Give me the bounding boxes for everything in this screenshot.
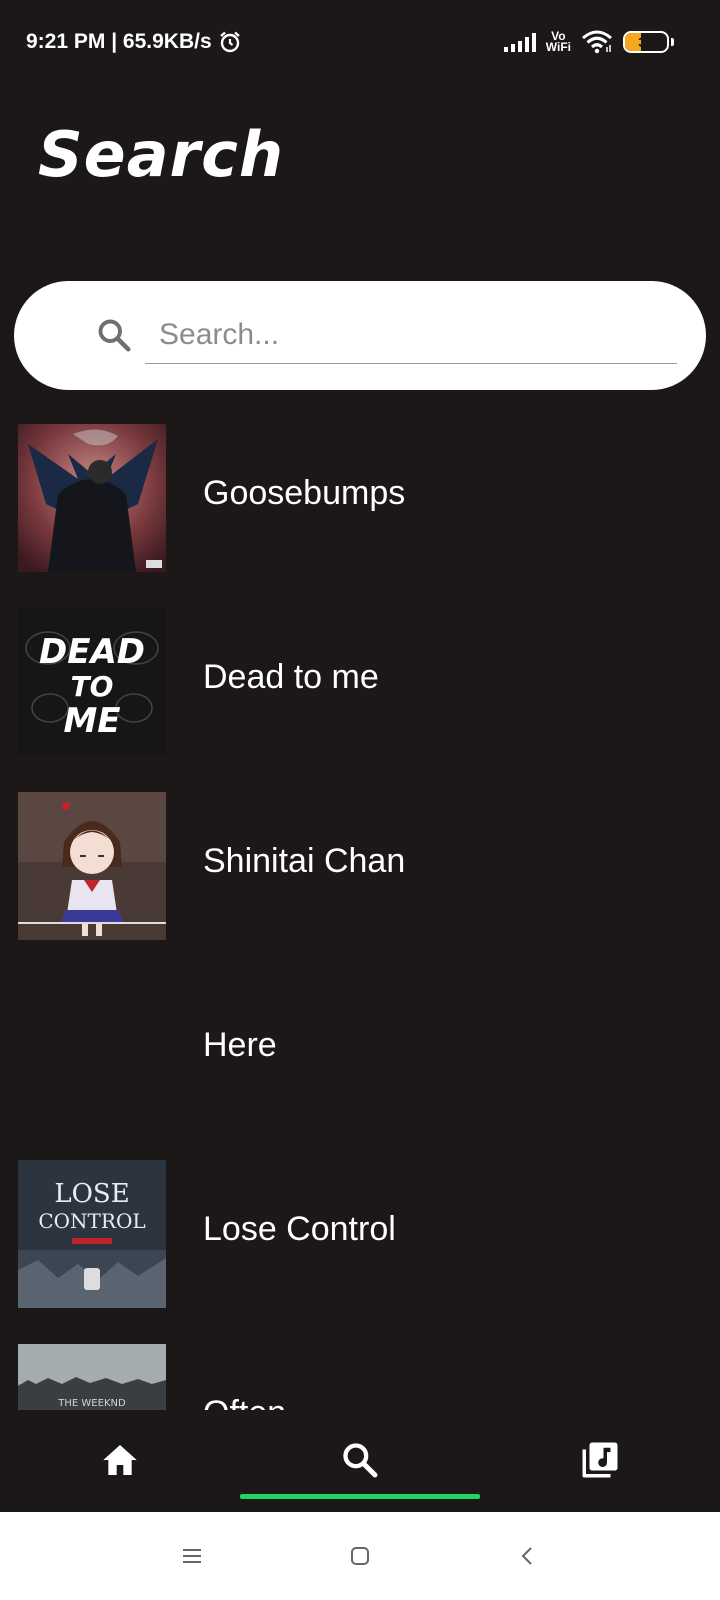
wifi-icon xyxy=(582,30,612,54)
dead-to-me-line2: TO xyxy=(71,670,114,703)
song-item-dead-to-me[interactable]: DEAD TO ME Dead to me xyxy=(0,608,720,792)
song-title: Goosebumps xyxy=(203,474,406,512)
album-cover-goosebumps xyxy=(18,424,166,572)
active-tab-indicator xyxy=(240,1494,480,1499)
song-title: Often xyxy=(203,1394,286,1410)
song-title: Here xyxy=(203,1026,277,1064)
menu-icon xyxy=(183,1549,201,1563)
home-square-icon xyxy=(351,1547,369,1565)
status-right: Vo WiFi 39 xyxy=(503,30,674,54)
vowifi-indicator: Vo WiFi xyxy=(545,30,571,54)
album-cover-lose-control: LOSE CONTROL xyxy=(18,1160,166,1308)
search-icon xyxy=(343,1443,378,1478)
song-title: Dead to me xyxy=(203,658,379,696)
song-item-lose-control[interactable]: LOSE CONTROL Lose Control xyxy=(0,1160,720,1344)
status-bar: 9:21 PM | 65.9KB/s Vo WiFi 39 xyxy=(0,0,720,84)
nav-search-button[interactable] xyxy=(336,1436,384,1484)
dead-to-me-line3: ME xyxy=(63,701,120,741)
song-item-shinitai-chan[interactable]: Shinitai Chan xyxy=(0,792,720,976)
system-home-button[interactable] xyxy=(342,1538,378,1574)
song-title: Shinitai Chan xyxy=(203,842,406,880)
search-icon xyxy=(98,319,131,352)
bottom-nav xyxy=(0,1410,720,1512)
song-item-often[interactable]: THE WEEKND Often xyxy=(0,1344,720,1410)
album-cover-often: THE WEEKND xyxy=(18,1344,166,1410)
lose-control-line2: CONTROL xyxy=(38,1209,145,1233)
nav-home-button[interactable] xyxy=(96,1436,144,1484)
battery-icon: 39 xyxy=(623,31,669,53)
search-box[interactable] xyxy=(14,281,706,390)
often-artist: THE WEEKND xyxy=(57,1398,126,1409)
battery-tip xyxy=(671,38,674,46)
home-icon xyxy=(103,1445,137,1475)
battery-level: 39 xyxy=(638,34,654,50)
system-back-button[interactable] xyxy=(510,1538,546,1574)
album-cover-shinitai-chan xyxy=(18,792,166,940)
album-cover-dead-to-me: DEAD TO ME xyxy=(18,608,166,756)
system-menu-button[interactable] xyxy=(174,1538,210,1574)
alarm-icon xyxy=(219,31,240,53)
signal-icon xyxy=(503,32,536,52)
search-input[interactable] xyxy=(145,307,677,364)
nav-library-button[interactable] xyxy=(576,1436,624,1484)
song-list[interactable]: Goosebumps DEAD TO ME Dead to me Shinita… xyxy=(0,424,720,1410)
library-music-icon xyxy=(582,1442,618,1478)
status-time-speed: 9:21 PM | 65.9KB/s xyxy=(26,30,212,53)
vowifi-bottom: WiFi xyxy=(545,40,571,54)
lose-control-line1: LOSE xyxy=(54,1179,129,1209)
back-icon xyxy=(521,1547,532,1565)
status-left: 9:21 PM | 65.9KB/s xyxy=(26,30,242,54)
song-title: Lose Control xyxy=(203,1210,396,1248)
song-item-goosebumps[interactable]: Goosebumps xyxy=(0,424,720,608)
system-nav-bar xyxy=(0,1512,720,1600)
page-title: Search xyxy=(38,118,285,191)
song-item-here[interactable]: Here xyxy=(0,976,720,1160)
dead-to-me-line1: DEAD xyxy=(39,632,145,672)
